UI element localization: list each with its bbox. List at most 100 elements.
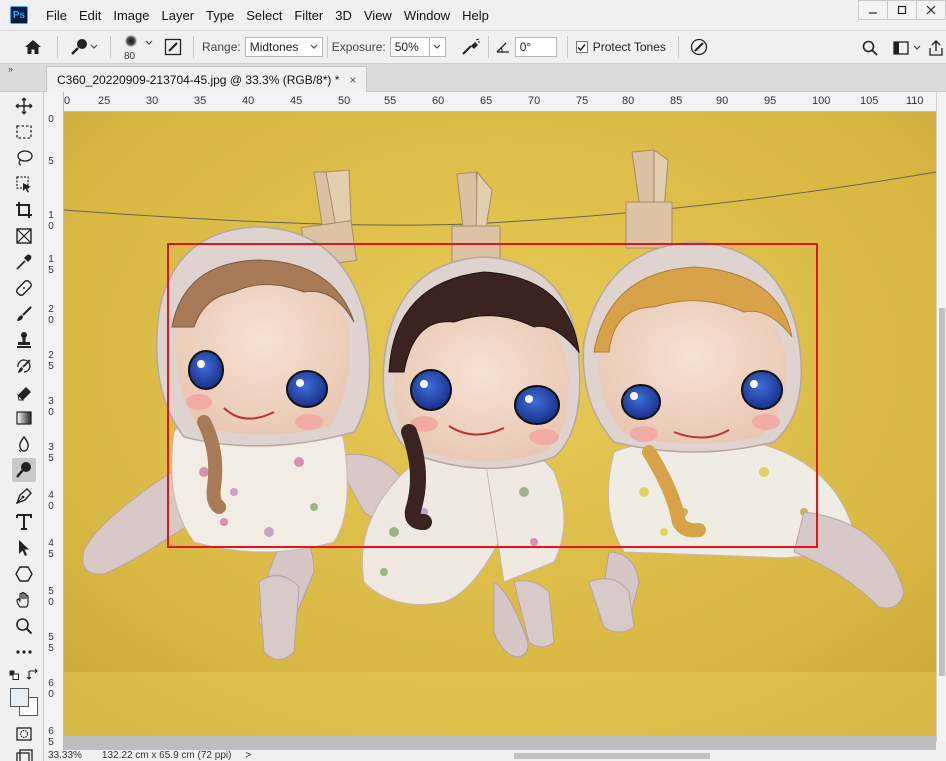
tool-lasso[interactable] xyxy=(12,146,36,170)
ruler-left-label: 5 5 xyxy=(48,632,54,654)
menu-file[interactable]: File xyxy=(40,8,73,23)
tool-more[interactable] xyxy=(12,640,36,664)
range-label: Range: xyxy=(202,40,241,54)
menu-help[interactable]: Help xyxy=(456,8,495,23)
exposure-label: Exposure: xyxy=(331,40,386,54)
ruler-left-label: 4 0 xyxy=(48,490,54,512)
range-value: Midtones xyxy=(249,40,299,54)
brush-settings-button[interactable] xyxy=(161,35,185,59)
minimize-button[interactable] xyxy=(858,0,888,20)
horizontal-scrollbar-thumb[interactable] xyxy=(514,753,710,759)
tool-crop[interactable] xyxy=(12,198,36,222)
default-colors-icon[interactable] xyxy=(9,670,19,680)
tool-type[interactable] xyxy=(12,510,36,534)
tool-pen[interactable] xyxy=(12,484,36,508)
tool-eyedropper[interactable] xyxy=(12,250,36,274)
tool-marquee[interactable] xyxy=(12,120,36,144)
tool-path-select[interactable] xyxy=(12,536,36,560)
menu-edit[interactable]: Edit xyxy=(73,8,107,23)
pressure-size-button[interactable] xyxy=(687,35,711,59)
type-icon xyxy=(16,514,32,530)
brush-preset-picker[interactable]: 80 xyxy=(119,32,157,62)
foreground-color-swatch[interactable] xyxy=(10,688,29,707)
tool-object-select[interactable] xyxy=(12,172,36,196)
tool-blur[interactable] xyxy=(12,432,36,456)
exposure-input[interactable]: 50% xyxy=(389,37,430,57)
lasso-icon xyxy=(17,150,33,166)
tool-stamp[interactable] xyxy=(12,328,36,352)
menu-filter[interactable]: Filter xyxy=(288,8,329,23)
status-expand-arrow[interactable]: > xyxy=(245,750,251,761)
share-icon xyxy=(929,40,943,56)
window-controls xyxy=(858,0,946,20)
menu-3d[interactable]: 3D xyxy=(329,8,358,23)
shape-icon xyxy=(15,566,33,582)
home-icon xyxy=(25,40,41,54)
vertical-scrollbar[interactable] xyxy=(936,92,946,742)
selection-rectangle[interactable] xyxy=(167,243,818,548)
menu-view[interactable]: View xyxy=(358,8,398,23)
options-bar: 80 Range: Midtones Exposure: 50% 0° Prot… xyxy=(0,30,946,64)
restore-button[interactable] xyxy=(887,0,917,20)
ruler-top-label: 30 xyxy=(146,95,159,107)
chevron-down-icon xyxy=(433,44,441,49)
menu-image[interactable]: Image xyxy=(107,8,155,23)
tool-healing[interactable] xyxy=(12,276,36,300)
pressure-icon xyxy=(690,38,708,56)
tool-brush[interactable] xyxy=(12,302,36,326)
tool-history-brush[interactable] xyxy=(12,354,36,378)
brush-tip-icon xyxy=(124,34,138,48)
tool-move[interactable] xyxy=(12,94,36,118)
range-select[interactable]: Midtones xyxy=(244,37,323,57)
protect-tones-checkbox[interactable] xyxy=(575,41,588,53)
tool-zoom[interactable] xyxy=(12,614,36,638)
exposure-dropdown[interactable] xyxy=(429,37,446,57)
horizontal-ruler: 0 25 30 35 40 45 50 55 60 65 70 75 80 85 90 95 100 105 110 xyxy=(64,92,936,112)
tool-eraser[interactable] xyxy=(12,380,36,404)
tools-panel xyxy=(0,92,44,761)
zoom-icon xyxy=(16,618,33,635)
tool-hand[interactable] xyxy=(12,588,36,612)
tab-close-button[interactable]: × xyxy=(349,73,356,87)
status-bar: 33.33% 132.22 cm x 65.9 cm (72 ppi) > xyxy=(44,750,946,761)
tool-preset-picker[interactable] xyxy=(66,35,102,59)
ruler-top-label: 25 xyxy=(98,95,111,107)
angle-value: 0° xyxy=(519,40,532,54)
menu-layer[interactable]: Layer xyxy=(156,8,201,23)
tab-document[interactable]: C360_20220909-213704-45.jpg @ 33.3% (RGB… xyxy=(46,66,368,92)
tool-frame[interactable] xyxy=(12,224,36,248)
screen-mode-button[interactable] xyxy=(12,746,36,761)
close-icon xyxy=(926,5,936,15)
ruler-left-label: 2 0 xyxy=(48,304,54,326)
search-button[interactable] xyxy=(858,36,882,60)
ruler-top-label: 80 xyxy=(622,95,635,107)
close-window-button[interactable] xyxy=(916,0,946,20)
ruler-top-label: 60 xyxy=(432,95,445,107)
ruler-top-label: 105 xyxy=(860,95,879,107)
menu-window[interactable]: Window xyxy=(398,8,456,23)
ruler-top-label: 65 xyxy=(480,95,493,107)
airbrush-button[interactable] xyxy=(458,35,484,59)
share-button[interactable] xyxy=(926,36,946,60)
angle-input[interactable]: 0° xyxy=(514,37,557,57)
protect-tones-toggle[interactable]: Protect Tones xyxy=(575,40,666,54)
swap-colors-icon[interactable] xyxy=(27,669,39,681)
eraser-icon xyxy=(17,387,31,401)
menu-select[interactable]: Select xyxy=(240,8,288,23)
quick-mask-button[interactable] xyxy=(12,722,36,746)
document-tab-strip: » C360_20220909-213704-45.jpg @ 33.3% (R… xyxy=(0,64,946,92)
zoom-level[interactable]: 33.33% xyxy=(48,750,82,761)
airbrush-icon xyxy=(462,38,480,55)
vertical-ruler: 0 5 1 0 1 5 2 0 2 5 3 0 3 5 4 0 4 5 5 0 5 5 6 0 6 5 xyxy=(44,92,64,761)
tool-gradient[interactable] xyxy=(12,406,36,430)
chevron-down-icon xyxy=(145,40,153,45)
home-button[interactable] xyxy=(21,35,45,59)
collapse-panels-icon[interactable]: » xyxy=(8,64,13,74)
menu-type[interactable]: Type xyxy=(200,8,240,23)
workspace-switcher[interactable] xyxy=(888,36,926,60)
vertical-scrollbar-thumb[interactable] xyxy=(939,308,945,676)
document-canvas[interactable] xyxy=(64,112,936,736)
tool-shape[interactable] xyxy=(12,562,36,586)
ruler-top-label: 70 xyxy=(528,95,541,107)
tool-dodge-burn[interactable] xyxy=(12,458,36,482)
